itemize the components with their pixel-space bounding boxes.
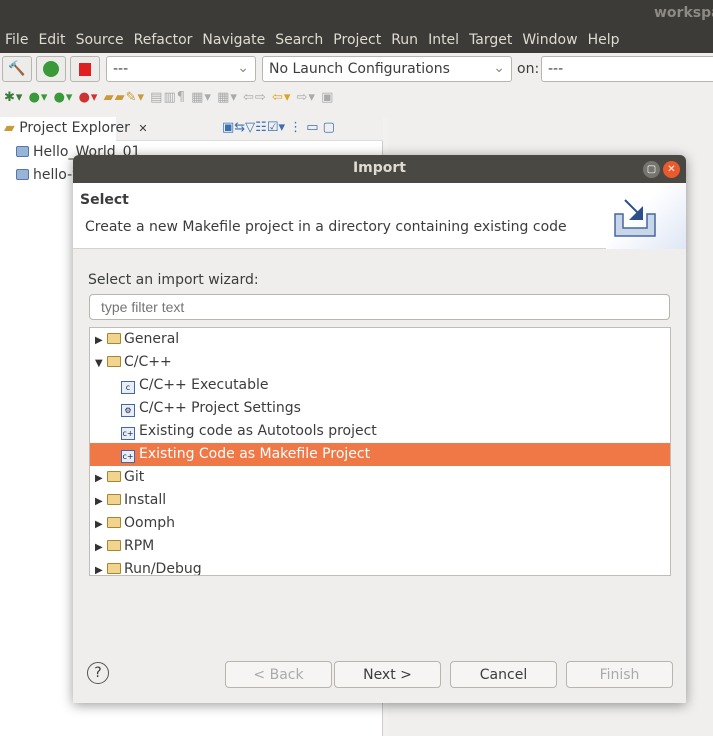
menu-run[interactable]: Run xyxy=(390,28,423,53)
collapse-arrow-icon[interactable]: ▼ xyxy=(95,358,107,369)
tree-item-cpp-executable[interactable]: c C/C++ Executable xyxy=(90,374,670,397)
cpp-project-icon: c+ xyxy=(121,450,135,463)
view-toolbar-icons[interactable]: ▣⇆▽☷☑▾ ⋮ ▭ ▢ xyxy=(222,120,335,135)
tree-item-general[interactable]: ▶ General xyxy=(90,328,670,351)
stop-button[interactable] xyxy=(70,56,100,82)
launch-toolbar: 🔨 --- ⌄ No Launch Configurations ⌄ on: --- xyxy=(0,53,713,84)
stop-icon xyxy=(79,62,91,76)
launch-config-combo[interactable]: No Launch Configurations ⌄ xyxy=(262,56,512,82)
tree-item-makefile-project[interactable]: c+ Existing Code as Makefile Project xyxy=(90,443,670,466)
tree-item-cpp-project-settings[interactable]: ⚙ C/C++ Project Settings xyxy=(90,397,670,420)
back-button[interactable]: < Back xyxy=(225,661,332,688)
menu-search[interactable]: Search xyxy=(274,28,328,53)
next-button[interactable]: Next > xyxy=(334,661,441,688)
on-label: on: xyxy=(517,61,540,77)
window-title: workspa xyxy=(654,5,713,21)
menu-target[interactable]: Target xyxy=(468,28,517,53)
tree-item-autotools[interactable]: c+ Existing code as Autotools project xyxy=(90,420,670,443)
debug-icon[interactable]: ✱▾ xyxy=(4,90,23,105)
expand-arrow-icon[interactable]: ▶ xyxy=(95,496,107,507)
folder-icon xyxy=(107,333,121,344)
main-toolbar: ✱▾ ●▾ ●▾ ●▾ ▰▰✎▾ ▤▥¶ ▦▾ ▦▾ ⇦⇨ ⇦▾ ⇨▾ ▣ xyxy=(0,84,713,117)
forward-arrow-icon[interactable]: ⇨▾ ▣ xyxy=(297,90,335,105)
coverage-icon[interactable]: ●▾ xyxy=(54,90,74,105)
settings-icon: ⚙ xyxy=(121,404,135,417)
menu-file[interactable]: File xyxy=(4,28,33,53)
back-arrow-icon[interactable]: ⇦▾ xyxy=(272,90,291,105)
tree-item-oomph[interactable]: ▶ Oomph xyxy=(90,512,670,535)
dialog-title: Import xyxy=(352,160,407,176)
wizard-tree[interactable]: ▶ General ▼ C/C++ c C/C++ Executable ⚙ C/C++… xyxy=(89,327,671,576)
project-folder-icon xyxy=(16,146,29,157)
tree-item-cpp[interactable]: ▼ C/C++ xyxy=(90,351,670,374)
launch-mode-combo[interactable]: --- ⌄ xyxy=(106,56,256,82)
expand-arrow-icon[interactable]: ▶ xyxy=(95,335,107,346)
menu-project[interactable]: Project xyxy=(332,28,386,53)
hammer-icon: 🔨 xyxy=(8,61,26,77)
project-folder-icon xyxy=(16,169,29,180)
import-banner-icon xyxy=(614,199,656,237)
finish-button[interactable]: Finish xyxy=(566,661,673,688)
menu-help[interactable]: Help xyxy=(587,28,625,53)
project-explorer-icon: ▰ xyxy=(4,120,15,136)
tree-item-run-debug[interactable]: ▶ Run/Debug xyxy=(90,558,670,575)
menu-bar: File Edit Source Refactor Navigate Searc… xyxy=(0,28,713,53)
menu-refactor[interactable]: Refactor xyxy=(133,28,198,53)
folder-icon xyxy=(107,517,121,528)
run-icon xyxy=(43,61,59,77)
header-description: Create a new Makefile project in a direc… xyxy=(85,219,567,235)
executable-icon: c xyxy=(121,381,135,394)
tree-item-git[interactable]: ▶ Git xyxy=(90,466,670,489)
dialog-header: Select Create a new Makefile project in … xyxy=(73,183,686,249)
build-button[interactable]: 🔨 xyxy=(2,56,32,82)
launch-target-combo[interactable]: --- xyxy=(541,56,713,82)
cancel-button[interactable]: Cancel xyxy=(450,661,557,688)
menu-navigate[interactable]: Navigate xyxy=(201,28,270,53)
menu-edit[interactable]: Edit xyxy=(37,28,70,53)
folder-icon xyxy=(107,471,121,482)
tree-item-rpm[interactable]: ▶ RPM xyxy=(90,535,670,558)
close-button[interactable]: ✕ xyxy=(663,161,680,178)
tree-item-install[interactable]: ▶ Install xyxy=(90,489,670,512)
expand-arrow-icon[interactable]: ▶ xyxy=(95,519,107,530)
help-button[interactable]: ? xyxy=(87,662,109,684)
expand-arrow-icon[interactable]: ▶ xyxy=(95,565,107,575)
folder-open-icon xyxy=(107,356,121,367)
maximize-button[interactable]: ▢ xyxy=(643,161,660,178)
run-button[interactable] xyxy=(36,56,66,82)
expand-arrow-icon[interactable]: ▶ xyxy=(95,542,107,553)
menu-source[interactable]: Source xyxy=(75,28,129,53)
nav-back-icon[interactable]: ⇦⇨ xyxy=(243,90,267,105)
import-dialog: Import ▢ ✕ Select Create a new Makefile … xyxy=(73,155,686,703)
window-titlebar: workspa xyxy=(0,0,713,28)
filter-input[interactable] xyxy=(89,294,670,320)
folder-icon xyxy=(107,563,121,574)
external-tools-icon[interactable]: ●▾ xyxy=(79,90,99,105)
close-icon[interactable]: ✕ xyxy=(138,122,147,135)
tab-project-explorer[interactable]: ▰ Project Explorer ✕ xyxy=(0,117,148,141)
cpp-project-icon: c+ xyxy=(121,427,135,440)
chevron-down-icon: ⌄ xyxy=(493,60,505,76)
menu-intel[interactable]: Intel xyxy=(427,28,464,53)
chevron-down-icon: ⌄ xyxy=(237,60,249,76)
edit-icons[interactable]: ▤▥¶ ▦▾ ▦▾ xyxy=(150,90,238,105)
wizard-label: Select an import wizard: xyxy=(88,272,259,288)
run-icon[interactable]: ●▾ xyxy=(29,90,49,105)
header-title: Select xyxy=(80,192,129,208)
open-folder-icon[interactable]: ▰▰✎▾ xyxy=(104,90,145,105)
folder-icon xyxy=(107,494,121,505)
dialog-titlebar: Import ▢ ✕ xyxy=(73,155,686,183)
menu-window[interactable]: Window xyxy=(521,28,582,53)
expand-arrow-icon[interactable]: ▶ xyxy=(95,473,107,484)
folder-icon xyxy=(107,540,121,551)
